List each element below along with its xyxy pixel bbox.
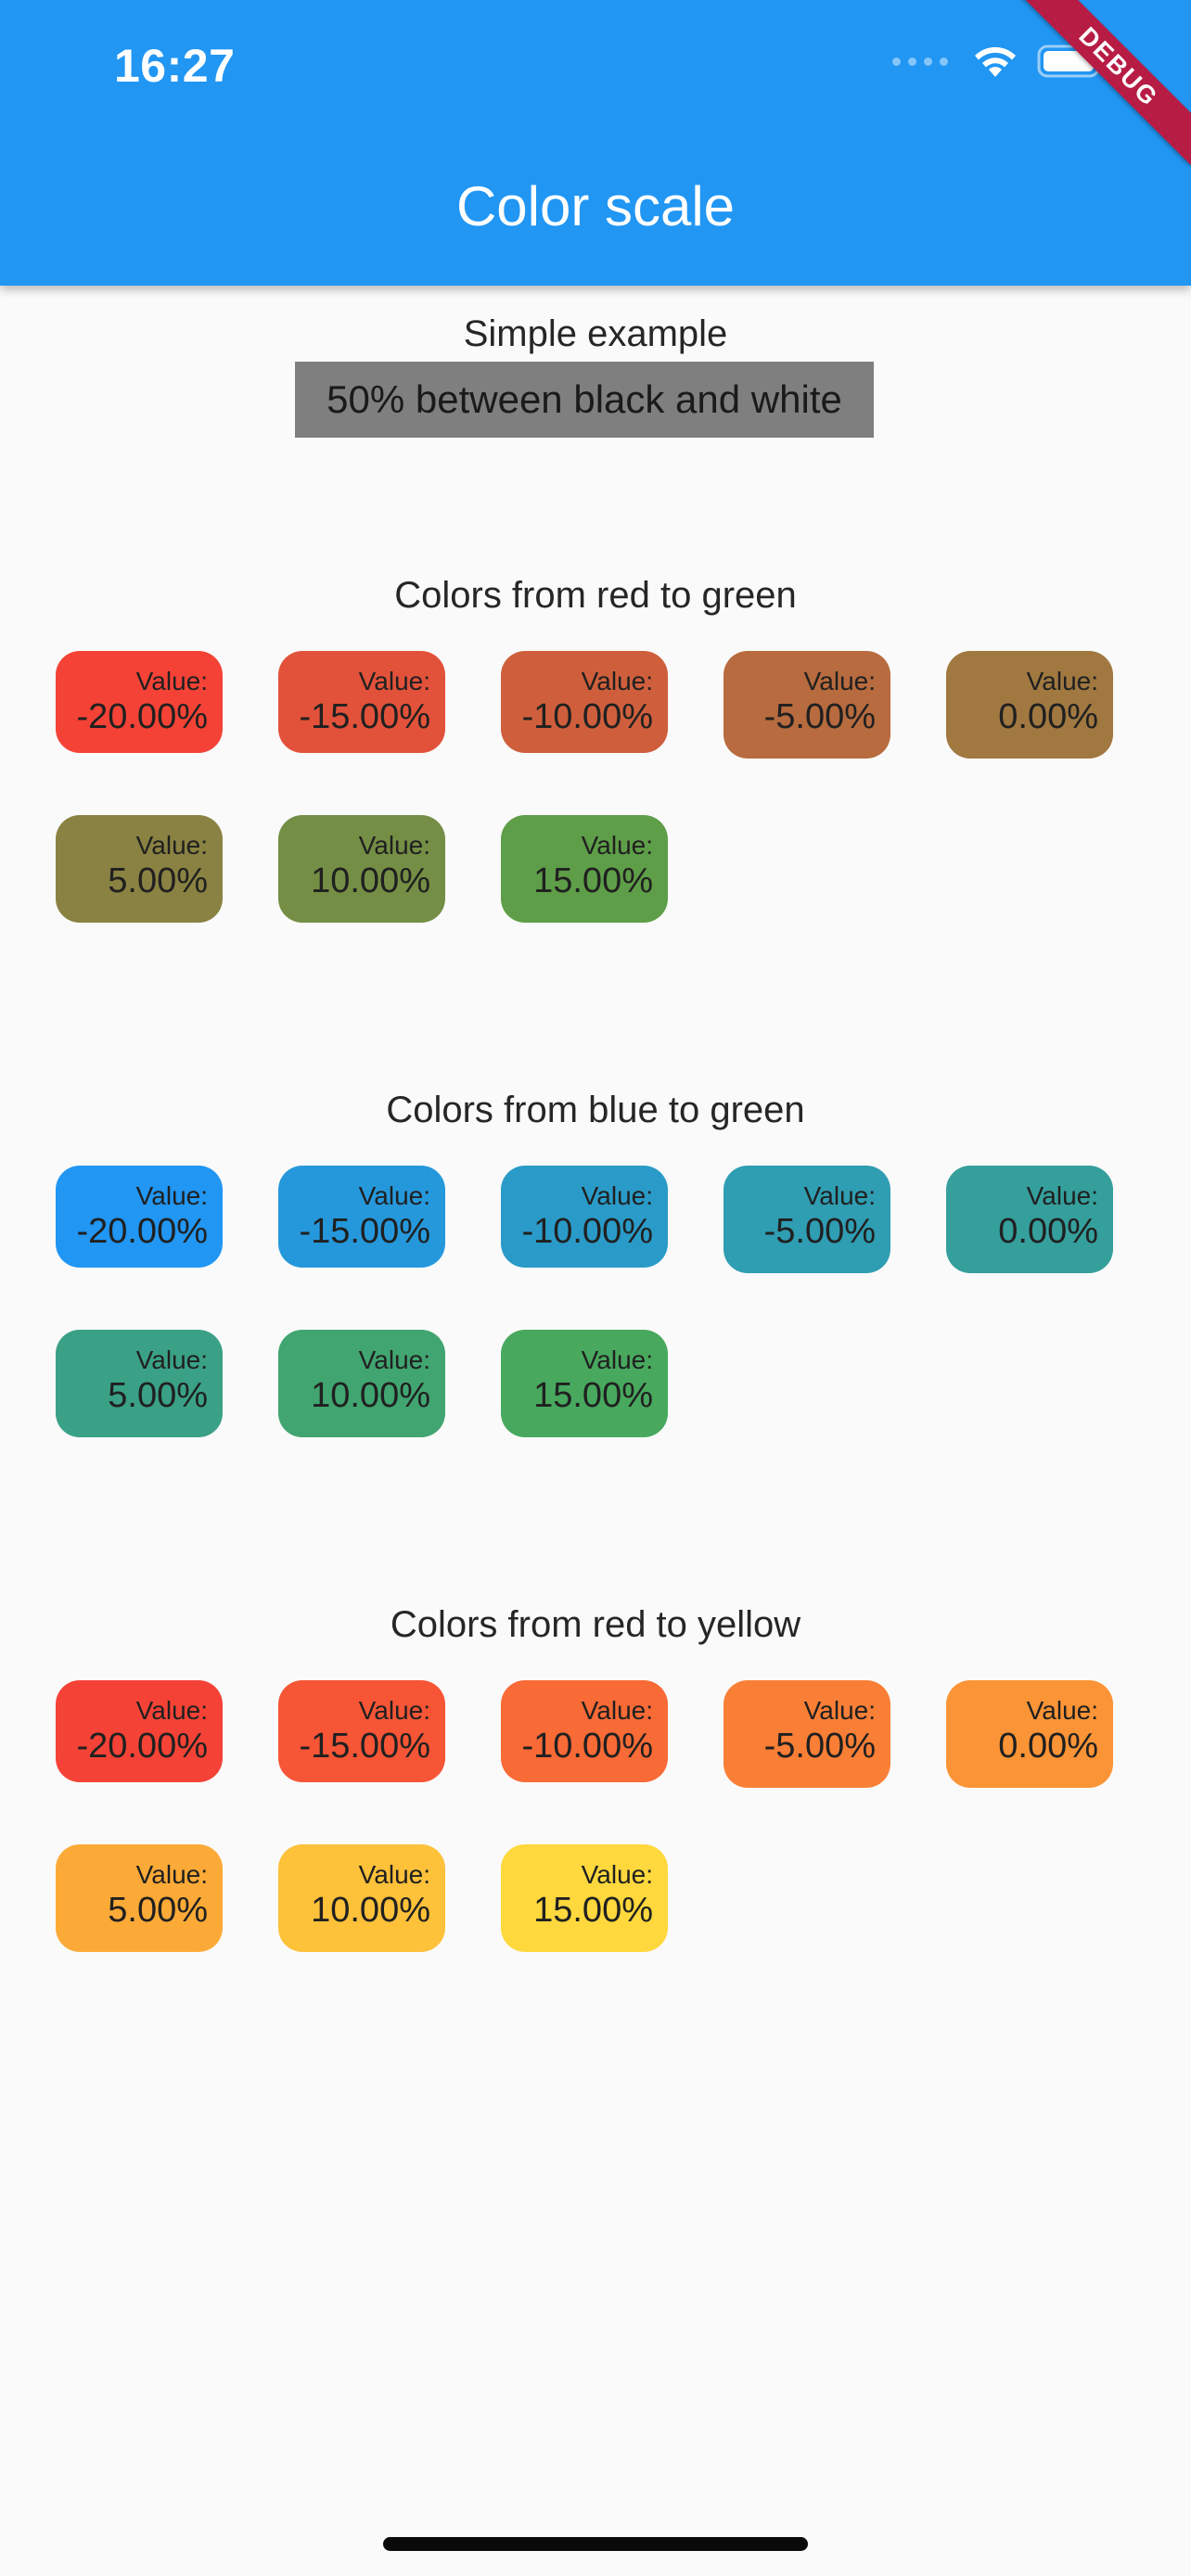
chip-value: 5.00% xyxy=(108,1376,208,1415)
color-chip: Value: -15.00% xyxy=(278,1166,445,1268)
color-chip: Value: -20.00% xyxy=(56,651,223,753)
chip-label: Value: xyxy=(803,1696,876,1725)
chip-label: Value: xyxy=(358,667,430,695)
color-chip: Value: -15.00% xyxy=(278,1680,445,1782)
color-chip: Value: -20.00% xyxy=(56,1166,223,1268)
cellular-signal-icon xyxy=(892,57,948,66)
color-chip: Value: 10.00% xyxy=(278,1844,445,1952)
simple-example-box: 50% between black and white xyxy=(295,362,874,438)
chip-value: 10.00% xyxy=(311,861,430,900)
color-chip: Value: -5.00% xyxy=(724,651,890,759)
section-title: Colors from red to green xyxy=(394,575,797,616)
chip-value: -10.00% xyxy=(521,1727,653,1766)
chip-value: 15.00% xyxy=(533,1891,653,1930)
chip-label: Value: xyxy=(358,1696,430,1725)
chip-value: 0.00% xyxy=(998,1212,1098,1251)
section-title: Colors from red to yellow xyxy=(390,1604,801,1645)
chip-value: 15.00% xyxy=(533,1376,653,1415)
color-chip: Value: 15.00% xyxy=(501,1844,668,1952)
chip-value: 5.00% xyxy=(108,1891,208,1930)
chip-label: Value: xyxy=(358,1181,430,1210)
chip-label: Value: xyxy=(1026,1181,1098,1210)
chip-label: Value: xyxy=(358,831,430,860)
chip-label: Value: xyxy=(358,1860,430,1889)
chip-label: Value: xyxy=(135,667,208,695)
color-chip: Value: 15.00% xyxy=(501,815,668,923)
wifi-icon xyxy=(972,44,1018,79)
color-chip: Value: 0.00% xyxy=(946,1166,1113,1273)
chip-value: 5.00% xyxy=(108,861,208,900)
chip-value: 10.00% xyxy=(311,1891,430,1930)
chip-value: 0.00% xyxy=(998,697,1098,736)
chip-value: -15.00% xyxy=(299,1727,430,1766)
chip-value: -10.00% xyxy=(521,697,653,736)
simple-example-title: Simple example xyxy=(463,313,728,354)
color-chip: Value: -5.00% xyxy=(724,1680,890,1788)
chip-value: -15.00% xyxy=(299,697,430,736)
chip-label: Value: xyxy=(581,667,653,695)
chip-label: Value: xyxy=(581,1181,653,1210)
color-chip: Value: 5.00% xyxy=(56,815,223,923)
home-indicator[interactable] xyxy=(383,2537,808,2551)
chip-label: Value: xyxy=(135,1696,208,1725)
status-time: 16:27 xyxy=(114,40,236,92)
chip-label: Value: xyxy=(803,1181,876,1210)
color-chip: Value: 15.00% xyxy=(501,1330,668,1437)
chip-value: -5.00% xyxy=(763,697,876,736)
chip-value: -15.00% xyxy=(299,1212,430,1251)
chip-label: Value: xyxy=(135,831,208,860)
chip-label: Value: xyxy=(135,1345,208,1374)
color-chip: Value: -15.00% xyxy=(278,651,445,753)
chip-label: Value: xyxy=(803,667,876,695)
chip-value: 10.00% xyxy=(311,1376,430,1415)
color-chip: Value: -10.00% xyxy=(501,1166,668,1268)
chip-value: -5.00% xyxy=(763,1212,876,1251)
chip-value: -10.00% xyxy=(521,1212,653,1251)
page-title: Color scale xyxy=(455,175,736,237)
chip-value: -5.00% xyxy=(763,1727,876,1766)
chip-label: Value: xyxy=(581,1860,653,1889)
color-chip: Value: 10.00% xyxy=(278,1330,445,1437)
chip-value: -20.00% xyxy=(76,1727,208,1766)
chip-label: Value: xyxy=(581,831,653,860)
color-chip: Value: 10.00% xyxy=(278,815,445,923)
app-bar: 16:27 Color scale DEBUG xyxy=(0,0,1191,286)
color-chip: Value: 5.00% xyxy=(56,1330,223,1437)
chip-value: -20.00% xyxy=(76,697,208,736)
color-chip: Value: 0.00% xyxy=(946,1680,1113,1788)
chip-label: Value: xyxy=(358,1345,430,1374)
chip-value: 15.00% xyxy=(533,861,653,900)
chip-value: 0.00% xyxy=(998,1727,1098,1766)
chip-label: Value: xyxy=(135,1860,208,1889)
color-chip: Value: 0.00% xyxy=(946,651,1113,759)
chip-label: Value: xyxy=(1026,667,1098,695)
color-chip: Value: -10.00% xyxy=(501,1680,668,1782)
color-chip: Value: -5.00% xyxy=(724,1166,890,1273)
color-chip: Value: -10.00% xyxy=(501,651,668,753)
chip-value: -20.00% xyxy=(76,1212,208,1251)
chip-label: Value: xyxy=(135,1181,208,1210)
color-chip: Value: -20.00% xyxy=(56,1680,223,1782)
section-title: Colors from blue to green xyxy=(386,1090,805,1130)
debug-banner: DEBUG xyxy=(1019,0,1191,166)
chip-label: Value: xyxy=(581,1696,653,1725)
color-chip: Value: 5.00% xyxy=(56,1844,223,1952)
chip-label: Value: xyxy=(581,1345,653,1374)
chip-label: Value: xyxy=(1026,1696,1098,1725)
